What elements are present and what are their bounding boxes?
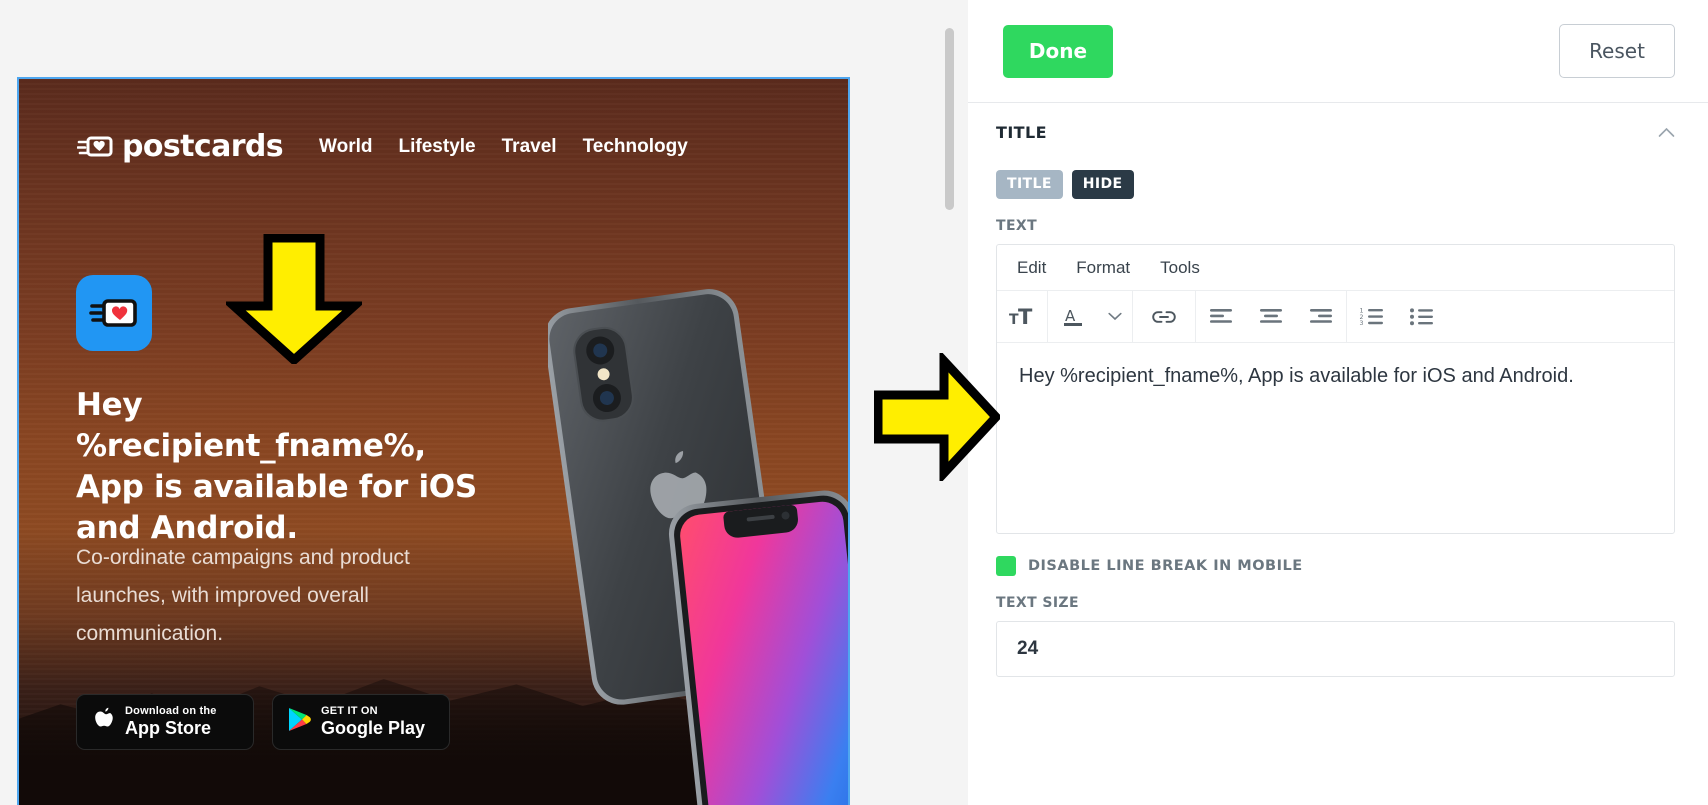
toolbar-group-fontsize: T T bbox=[997, 291, 1048, 342]
title-section-header[interactable]: TITLE bbox=[968, 103, 1708, 142]
align-left-icon[interactable] bbox=[1196, 291, 1246, 343]
disable-line-break-row[interactable]: DISABLE LINE BREAK IN MOBILE bbox=[996, 556, 1675, 576]
pill-hide[interactable]: HIDE bbox=[1071, 170, 1134, 199]
pill-title[interactable]: TITLE bbox=[996, 170, 1063, 199]
preview-navbar: postcards World Lifestyle Travel Technol… bbox=[76, 129, 714, 164]
toolbar-group-align bbox=[1196, 291, 1347, 342]
app-store-small: Download on the bbox=[125, 705, 217, 718]
google-play-text: GET IT ON Google Play bbox=[321, 705, 425, 739]
email-preview-pane: postcards World Lifestyle Travel Technol… bbox=[0, 0, 968, 805]
toolbar-group-link bbox=[1133, 291, 1196, 342]
title-section-body: TITLE HIDE TEXT Edit Format Tools T T A … bbox=[968, 170, 1708, 677]
menu-tools[interactable]: Tools bbox=[1160, 258, 1200, 278]
section-title: TITLE bbox=[996, 123, 1047, 142]
app-store-text: Download on the App Store bbox=[125, 705, 217, 739]
bullet-list-icon[interactable] bbox=[1397, 291, 1447, 343]
nav-links: World Lifestyle Travel Technology bbox=[319, 136, 714, 158]
brand[interactable]: postcards bbox=[76, 129, 284, 164]
editor-menubar: Edit Format Tools bbox=[997, 245, 1674, 291]
chevron-down-icon[interactable] bbox=[1098, 291, 1132, 343]
svg-text:3: 3 bbox=[1360, 320, 1364, 327]
disable-line-break-label: DISABLE LINE BREAK IN MOBILE bbox=[1028, 558, 1303, 574]
text-size-label: TEXT SIZE bbox=[996, 595, 1079, 611]
state-pills: TITLE HIDE bbox=[996, 170, 1675, 199]
rich-text-editor: Edit Format Tools T T A 1 2 3 Hey %recip… bbox=[996, 244, 1675, 534]
svg-text:T: T bbox=[1018, 306, 1033, 328]
google-play-small: GET IT ON bbox=[321, 705, 378, 718]
yellow-down-arrow bbox=[222, 233, 366, 367]
reset-button[interactable]: Reset bbox=[1559, 24, 1675, 78]
apple-icon bbox=[91, 706, 115, 739]
google-play-button[interactable]: GET IT ON Google Play bbox=[272, 694, 450, 750]
nav-link-lifestyle[interactable]: Lifestyle bbox=[399, 136, 502, 158]
text-size-input[interactable]: 24 bbox=[996, 621, 1675, 677]
google-play-icon bbox=[287, 706, 311, 738]
app-root: postcards World Lifestyle Travel Technol… bbox=[0, 0, 1708, 805]
nav-link-world[interactable]: World bbox=[319, 136, 398, 158]
yellow-right-arrow bbox=[873, 349, 1003, 485]
postcard-app-icon bbox=[76, 275, 152, 351]
chevron-up-icon[interactable] bbox=[1658, 124, 1675, 141]
store-buttons: Download on the App Store GET IT ON Goog… bbox=[76, 694, 450, 750]
iphone-mockup-image bbox=[544, 257, 848, 805]
postcard-logo-icon bbox=[76, 133, 113, 161]
google-play-big: Google Play bbox=[321, 718, 426, 739]
nav-link-travel[interactable]: Travel bbox=[502, 136, 583, 158]
text-color-icon[interactable]: A bbox=[1048, 291, 1098, 343]
preview-scrollbar-thumb[interactable] bbox=[945, 28, 954, 210]
disable-line-break-checkbox[interactable] bbox=[996, 556, 1016, 576]
preview-headline: Hey %recipient_fname%, App is available … bbox=[76, 387, 477, 546]
editor-content[interactable]: Hey %recipient_fname%, App is available … bbox=[997, 343, 1674, 533]
menu-edit[interactable]: Edit bbox=[1017, 258, 1046, 278]
numbered-list-icon[interactable]: 123 bbox=[1347, 291, 1397, 343]
nav-link-technology[interactable]: Technology bbox=[583, 136, 714, 158]
panel-header: Done Reset bbox=[968, 0, 1708, 103]
email-canvas-frame[interactable]: postcards World Lifestyle Travel Technol… bbox=[17, 77, 850, 805]
svg-text:A: A bbox=[1065, 307, 1076, 325]
app-store-big: App Store bbox=[125, 718, 212, 739]
font-size-icon[interactable]: T T bbox=[997, 291, 1047, 343]
brand-name: postcards bbox=[122, 129, 284, 164]
toolbar-group-color: A bbox=[1048, 291, 1133, 342]
align-center-icon[interactable] bbox=[1246, 291, 1296, 343]
link-icon[interactable] bbox=[1133, 291, 1195, 343]
done-button[interactable]: Done bbox=[1003, 24, 1113, 78]
align-right-icon[interactable] bbox=[1296, 291, 1346, 343]
menu-format[interactable]: Format bbox=[1076, 258, 1130, 278]
editor-toolbar: T T A 1 2 3 bbox=[997, 291, 1674, 343]
settings-panel: Done Reset TITLE TITLE HIDE TEXT Edit Fo… bbox=[968, 0, 1708, 805]
app-store-button[interactable]: Download on the App Store bbox=[76, 694, 254, 750]
text-field-label: TEXT bbox=[996, 218, 1038, 234]
preview-subcopy: Co-ordinate campaigns and product launch… bbox=[76, 546, 410, 646]
toolbar-group-lists: 123 bbox=[1347, 291, 1447, 342]
